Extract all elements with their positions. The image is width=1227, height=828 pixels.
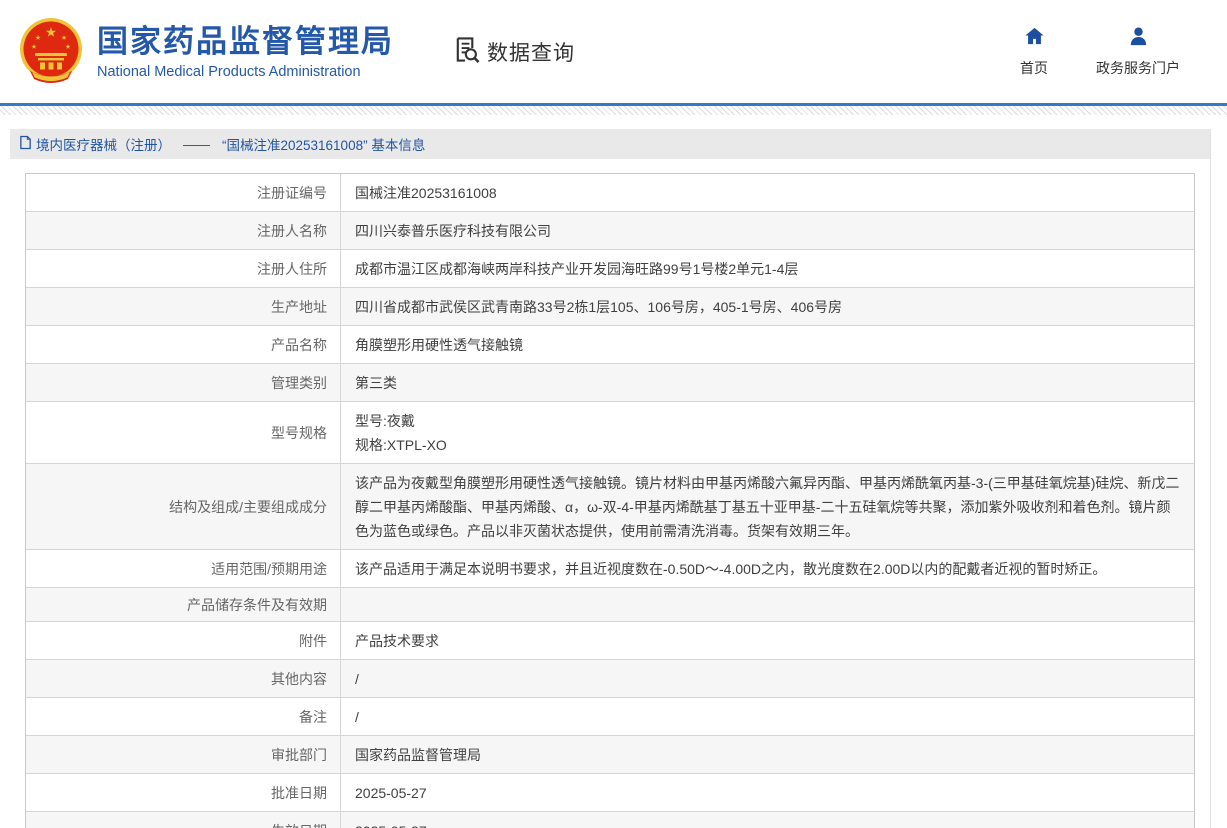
document-icon (19, 135, 32, 153)
row-label: 产品储存条件及有效期 (26, 588, 341, 621)
table-row-storage-conditions: 产品储存条件及有效期 (26, 588, 1194, 622)
national-emblem-icon (18, 15, 84, 89)
row-value: 2025-05-27 (341, 774, 1194, 811)
nav-gov-portal[interactable]: 政务服务门户 (1096, 25, 1180, 78)
hatched-band (0, 106, 1227, 115)
table-row-structure-composition: 结构及组成/主要组成成分 该产品为夜戴型角膜塑形用硬性透气接触镜。镜片材料由甲基… (26, 464, 1194, 550)
breadcrumb-current: “国械注准20253161008” 基本信息 (222, 134, 425, 154)
table-row-approval-department: 审批部门 国家药品监督管理局 (26, 736, 1194, 774)
breadcrumb-separator: —— (183, 137, 210, 152)
row-label: 生效日期 (26, 812, 341, 828)
row-value: 第三类 (341, 364, 1194, 401)
table-row-management-class: 管理类别 第三类 (26, 364, 1194, 402)
user-icon (1127, 25, 1150, 53)
row-label: 产品名称 (26, 326, 341, 363)
row-value: 2025-05-27 (341, 812, 1194, 828)
row-value: / (341, 660, 1194, 697)
row-label: 结构及组成/主要组成成分 (26, 464, 341, 549)
nav-gov-portal-label: 政务服务门户 (1096, 58, 1180, 78)
row-value: 四川省成都市武侯区武青南路33号2栋1层105、106号房，405-1号房、40… (341, 288, 1194, 325)
row-label: 备注 (26, 698, 341, 735)
row-label: 附件 (26, 622, 341, 659)
site-title-cn: 国家药品监督管理局 (97, 23, 394, 62)
top-nav: 首页 政务服务门户 (1020, 25, 1180, 78)
row-label: 批准日期 (26, 774, 341, 811)
nmpa-home-link[interactable]: 国家药品监督管理局 National Medical Products Admi… (18, 15, 394, 89)
table-row-remarks: 备注 / (26, 698, 1194, 736)
page-header: 国家药品监督管理局 National Medical Products Admi… (0, 0, 1227, 103)
table-row-effective-date: 生效日期 2025-05-27 (26, 812, 1194, 828)
table-row-attachment: 附件 产品技术要求 (26, 622, 1194, 660)
table-row-intended-use: 适用范围/预期用途 该产品适用于满足本说明书要求，并且近视度数在-0.50D～-… (26, 550, 1194, 588)
registration-info-table: 注册证编号 国械注准20253161008 注册人名称 四川兴泰普乐医疗科技有限… (25, 173, 1195, 828)
table-row-registrant-address: 注册人住所 成都市温江区成都海峡两岸科技产业开发园海旺路99号1号楼2单元1-4… (26, 250, 1194, 288)
row-value: 该产品适用于满足本说明书要求，并且近视度数在-0.50D～-4.00D之内，散光… (341, 550, 1194, 587)
data-query-label: 数据查询 (487, 37, 575, 67)
site-title-en: National Medical Products Administration (97, 64, 394, 80)
row-value: 国家药品监督管理局 (341, 736, 1194, 773)
row-label: 注册人名称 (26, 212, 341, 249)
row-value: 国械注准20253161008 (341, 174, 1194, 211)
data-query-link[interactable]: 数据查询 (452, 35, 575, 69)
table-row-product-name: 产品名称 角膜塑形用硬性透气接触镜 (26, 326, 1194, 364)
nav-home-label: 首页 (1020, 58, 1048, 78)
row-value: 产品技术要求 (341, 622, 1194, 659)
table-row-registrant-name: 注册人名称 四川兴泰普乐医疗科技有限公司 (26, 212, 1194, 250)
row-label: 管理类别 (26, 364, 341, 401)
breadcrumb: 境内医疗器械（注册） —— “国械注准20253161008” 基本信息 (10, 129, 1210, 159)
row-value: 该产品为夜戴型角膜塑形用硬性透气接触镜。镜片材料由甲基丙烯酸六氟异丙酯、甲基丙烯… (341, 464, 1194, 549)
row-value: 型号:夜戴 规格:XTPL-XO (341, 402, 1194, 463)
breadcrumb-trail-link[interactable]: 境内医疗器械（注册） (36, 134, 171, 154)
table-row-other-content: 其他内容 / (26, 660, 1194, 698)
row-value: 角膜塑形用硬性透气接触镜 (341, 326, 1194, 363)
home-icon (1023, 25, 1046, 53)
main-content: 境内医疗器械（注册） —— “国械注准20253161008” 基本信息 注册证… (10, 129, 1211, 828)
table-row-approval-date: 批准日期 2025-05-27 (26, 774, 1194, 812)
table-row-registration-number: 注册证编号 国械注准20253161008 (26, 174, 1194, 212)
data-query-icon (452, 35, 481, 69)
row-label: 适用范围/预期用途 (26, 550, 341, 587)
row-label: 其他内容 (26, 660, 341, 697)
row-label: 生产地址 (26, 288, 341, 325)
row-label: 审批部门 (26, 736, 341, 773)
row-value: / (341, 698, 1194, 735)
nav-home[interactable]: 首页 (1020, 25, 1048, 78)
row-label: 注册人住所 (26, 250, 341, 287)
table-row-model-spec: 型号规格 型号:夜戴 规格:XTPL-XO (26, 402, 1194, 464)
row-label: 型号规格 (26, 402, 341, 463)
row-label: 注册证编号 (26, 174, 341, 211)
row-value: 四川兴泰普乐医疗科技有限公司 (341, 212, 1194, 249)
table-row-production-address: 生产地址 四川省成都市武侯区武青南路33号2栋1层105、106号房，405-1… (26, 288, 1194, 326)
row-value: 成都市温江区成都海峡两岸科技产业开发园海旺路99号1号楼2单元1-4层 (341, 250, 1194, 287)
row-value (341, 588, 1194, 621)
